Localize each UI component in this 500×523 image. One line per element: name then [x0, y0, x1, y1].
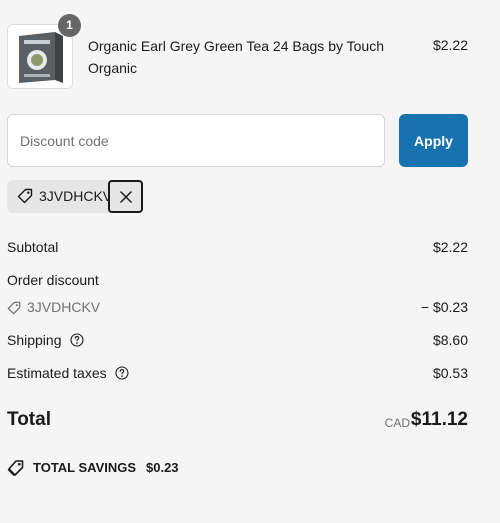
product-price: $2.22 — [432, 37, 468, 53]
order-discount-detail-row: 3JVDHCKV − $0.23 — [7, 299, 468, 319]
order-discount-row: Order discount — [7, 272, 468, 292]
total-savings-value: $0.23 — [146, 460, 179, 475]
shipping-row: Shipping $8.60 — [7, 332, 468, 352]
discount-code-input[interactable] — [7, 114, 385, 167]
order-discount-code: 3JVDHCKV — [27, 299, 101, 315]
help-circle-icon[interactable] — [70, 333, 84, 347]
quantity-badge: 1 — [58, 14, 81, 37]
help-circle-icon[interactable] — [115, 366, 129, 380]
applied-discount-code: 3JVDHCKV — [39, 188, 111, 204]
total-row: Total CAD $11.12 — [7, 408, 468, 434]
savings-tag-icon — [7, 460, 24, 476]
tag-icon — [17, 188, 33, 204]
subtotal-value: $2.22 — [432, 239, 468, 255]
remove-discount-button[interactable] — [108, 180, 143, 213]
taxes-value: $0.53 — [432, 365, 468, 381]
product-name: Organic Earl Grey Green Tea 24 Bags by T… — [88, 38, 384, 76]
shipping-label: Shipping — [7, 332, 62, 348]
close-icon — [120, 191, 132, 203]
subtotal-row: Subtotal $2.22 — [7, 239, 468, 259]
order-discount-label: Order discount — [7, 272, 99, 288]
shipping-value: $8.60 — [432, 332, 468, 348]
subtotal-label: Subtotal — [7, 239, 59, 255]
line-item: 1 Organic Earl Grey Green Tea 24 Bags by… — [7, 14, 468, 90]
total-value: $11.12 — [410, 409, 468, 430]
order-summary: 1 Organic Earl Grey Green Tea 24 Bags by… — [0, 0, 500, 523]
total-savings-label: TOTAL SAVINGS — [33, 460, 137, 475]
total-label: Total — [7, 409, 51, 430]
order-discount-value: − $0.23 — [420, 299, 468, 315]
tag-icon — [7, 301, 21, 315]
taxes-row: Estimated taxes $0.53 — [7, 365, 468, 385]
taxes-label: Estimated taxes — [7, 365, 107, 381]
tea-box-image — [19, 32, 63, 83]
total-currency: CAD — [384, 416, 410, 430]
apply-discount-button[interactable]: Apply — [399, 114, 468, 167]
